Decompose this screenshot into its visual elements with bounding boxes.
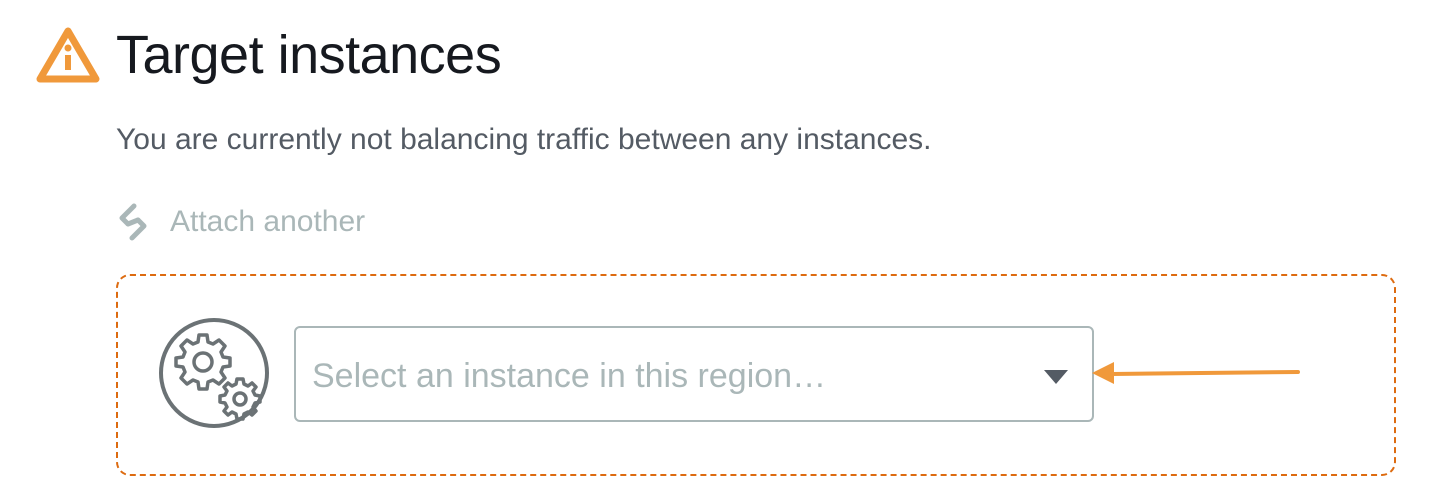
warning-icon bbox=[36, 27, 100, 83]
link-icon bbox=[119, 203, 147, 241]
gears-icon bbox=[159, 318, 269, 428]
target-instances-panel: Target instances You are currently not b… bbox=[0, 0, 1442, 504]
caret-down-icon[interactable] bbox=[1042, 368, 1070, 386]
status-message: You are currently not balancing traffic … bbox=[116, 123, 932, 156]
arrow-left-icon bbox=[1092, 362, 1300, 384]
instance-select[interactable]: Select an instance in this region… bbox=[294, 326, 1094, 422]
attach-another-label: Attach another bbox=[170, 205, 366, 238]
attach-another-link[interactable]: Attach another bbox=[114, 200, 365, 244]
page-title: Target instances bbox=[116, 25, 502, 85]
instance-select-placeholder: Select an instance in this region… bbox=[312, 357, 827, 395]
